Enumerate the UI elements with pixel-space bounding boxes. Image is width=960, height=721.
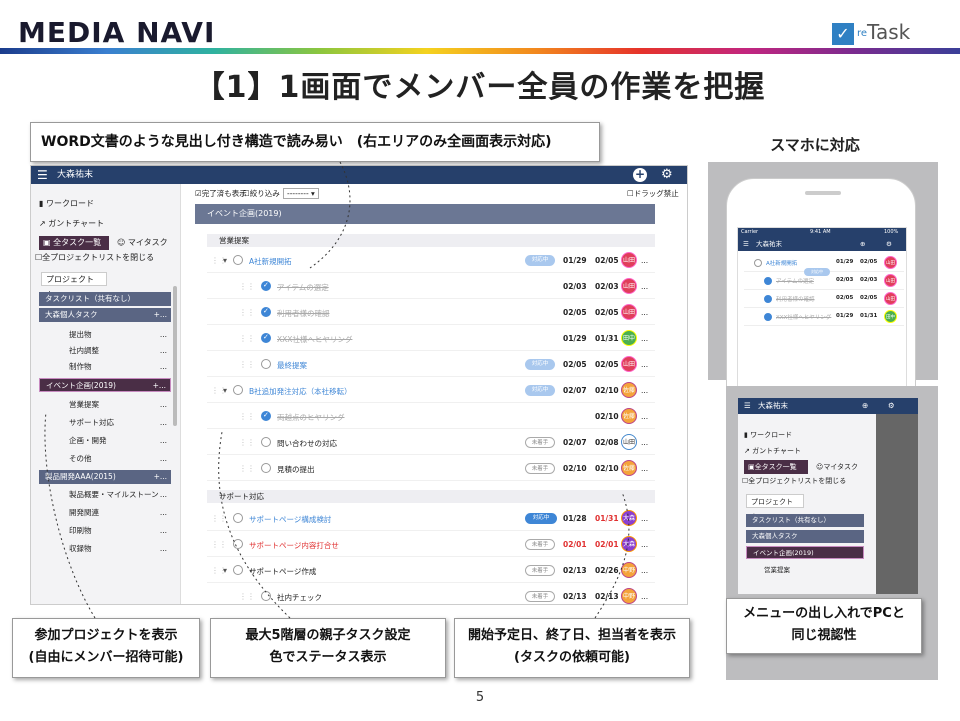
add-icon[interactable]: ⊕	[860, 237, 865, 251]
start-date: 02/05	[836, 295, 854, 301]
phone-task-row[interactable]: A社新規開拓 対応中 01/29 02/05 山田	[744, 254, 904, 276]
task-checkbox[interactable]	[754, 259, 762, 267]
start-date: 01/29	[836, 313, 854, 319]
task-name[interactable]: A社新規開拓	[766, 259, 797, 267]
app2-header: ☰ 大森祐末 ⊕ ⚙	[738, 398, 918, 414]
end-date: 02/05	[860, 295, 878, 301]
add-icon[interactable]: ⊕	[862, 398, 868, 414]
dimmed-content[interactable]	[876, 414, 918, 594]
sidebar-item-workload[interactable]: ▮ ワークロード	[744, 430, 792, 440]
callout-menu: メニューの出し入れでPCと 同じ視認性	[726, 598, 922, 654]
page-number: 5	[475, 690, 485, 705]
tab-my-tasks[interactable]: ☺マイタスク	[812, 460, 872, 474]
task-name[interactable]: アイテムの選定	[776, 277, 814, 285]
menu-icon[interactable]: ☰	[744, 398, 751, 414]
phone-screen: Carrier 9:41 AM 100% ☰ 大森祐末 ⊕ ⚙ A社新規開拓 対応中 01/2…	[737, 227, 907, 387]
tab-project[interactable]: プロジェクト +	[746, 494, 804, 520]
start-date: 01/29	[836, 259, 854, 265]
sidebar-project-item[interactable]: タスクリスト（共有なし）	[746, 514, 864, 527]
end-date: 01/31	[860, 313, 878, 319]
phone-header: ☰ 大森祐末 ⊕ ⚙	[738, 237, 906, 251]
phone-task-row[interactable]: XXX社様へヒヤリング 01/29 01/31 田中	[744, 308, 904, 326]
task-name[interactable]: 利用者様の確認	[776, 295, 815, 303]
sidebar-item-gantt[interactable]: ↗ ガントチャート	[744, 446, 801, 456]
close-projects-toggle[interactable]: ☐全プロジェクトリストを閉じる	[742, 476, 846, 486]
tab-all-tasks[interactable]: ▣全タスク一覧	[744, 460, 808, 474]
phone-task-row[interactable]: アイテムの選定 02/03 02/03 山田	[744, 272, 904, 290]
gear-icon[interactable]: ⚙	[888, 398, 895, 414]
task-name[interactable]: XXX社様へヒヤリング	[776, 313, 831, 321]
task-checkbox[interactable]	[764, 295, 772, 303]
gear-icon[interactable]: ⚙	[886, 237, 892, 251]
end-date: 02/05	[860, 259, 878, 265]
phone-task-row[interactable]: 利用者様の確認 02/05 02/05 山田	[744, 290, 904, 308]
task-checkbox[interactable]	[764, 277, 772, 285]
menu-icon[interactable]: ☰	[743, 237, 749, 251]
end-date: 02/03	[860, 277, 878, 283]
sidebar-project-item[interactable]: イベント企画(2019)	[746, 546, 864, 559]
assignee-avatar[interactable]: 山田	[884, 274, 897, 287]
assignee-avatar[interactable]: 山田	[884, 292, 897, 305]
sidebar-project-item[interactable]: 大森個人タスク	[746, 530, 864, 543]
phone-speaker	[805, 191, 841, 195]
task-checkbox[interactable]	[764, 313, 772, 321]
start-date: 02/03	[836, 277, 854, 283]
phone-mockup: Carrier 9:41 AM 100% ☰ 大森祐末 ⊕ ⚙ A社新規開拓 対応中 01/2…	[726, 178, 916, 388]
assignee-avatar[interactable]: 田中	[884, 310, 897, 323]
mobile-menu-screenshot: ☰ 大森祐末 ⊕ ⚙ ▮ ワークロード ↗ ガントチャート ▣全タスク一覧 ☺マイタス…	[738, 398, 918, 594]
smartphone-label: スマホに対応	[770, 136, 860, 154]
phone-status-bar: Carrier 9:41 AM 100%	[738, 228, 906, 237]
sidebar-project-item[interactable]: 営業提案	[746, 564, 864, 577]
slide: MEDIA NAVI ✓ reTask 【1】1画面でメンバー全員の作業を把握 ☰…	[0, 0, 960, 721]
assignee-avatar[interactable]: 山田	[884, 256, 897, 269]
